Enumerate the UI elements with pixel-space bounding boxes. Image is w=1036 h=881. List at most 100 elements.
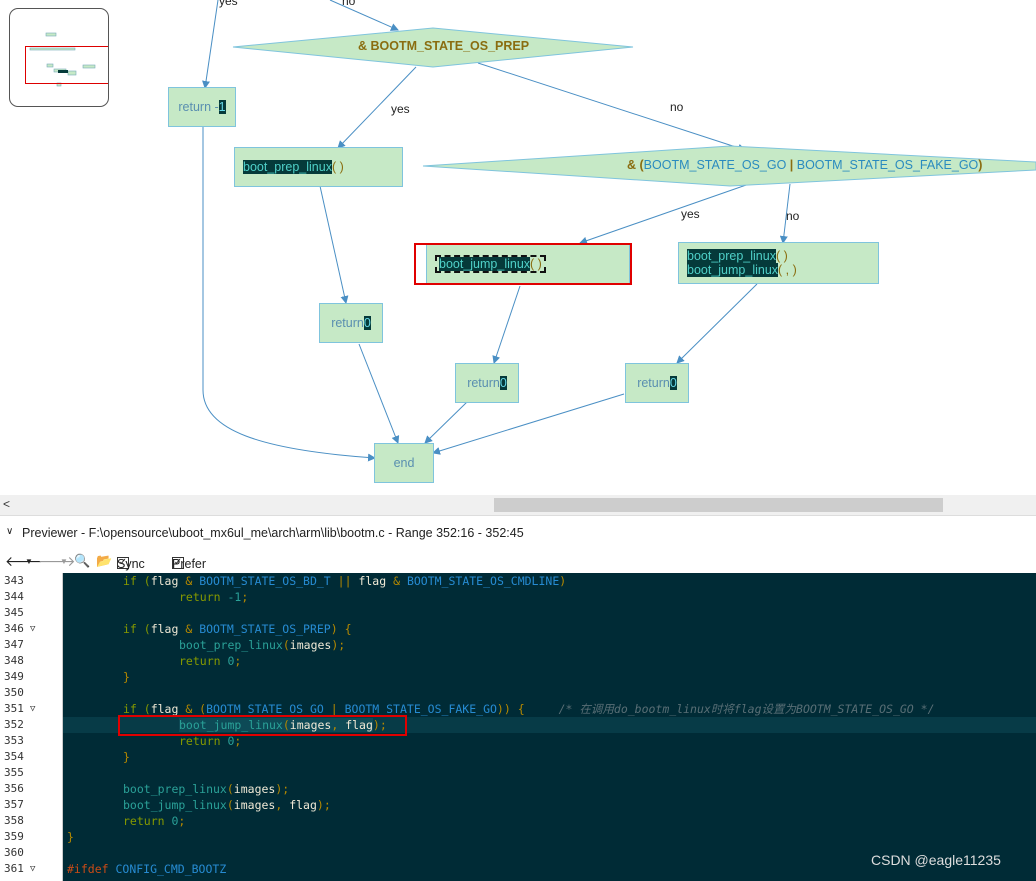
horizontal-scrollbar[interactable]: < [0, 495, 1036, 515]
tok: flag [358, 574, 387, 588]
tok: flag [289, 798, 317, 812]
line-number-text: 359 [4, 830, 24, 843]
decision-os-go[interactable]: & (BOOTM_STATE_OS_GO | BOOTM_STATE_OS_FA… [627, 158, 982, 172]
code-line-348: return 0; [179, 653, 241, 669]
tok: & [178, 622, 200, 636]
tok: ( [226, 782, 234, 796]
tok: return [179, 734, 228, 748]
code-line-356: boot_prep_linux(images); [123, 781, 289, 797]
fn-boot-prep-linux: boot_prep_linux [687, 249, 776, 263]
edge-label-yes: yes [219, 0, 238, 8]
tok: flag [150, 622, 179, 636]
code-line-346: if (flag & BOOTM_STATE_OS_PREP) { [123, 621, 352, 637]
tok: )) { [496, 702, 525, 716]
tok: ; [234, 654, 242, 668]
fn-args: ( , ) [778, 263, 797, 277]
folder-open-icon[interactable]: 📂 [96, 553, 112, 569]
tok: || [330, 574, 359, 588]
line-number: 352 [0, 717, 63, 733]
tok: return [179, 590, 228, 604]
code-line-347: boot_prep_linux(images); [179, 637, 345, 653]
line-number: 353 [0, 733, 63, 749]
flowchart-canvas: yes no yes no yes no & BOOTM_STATE_OS_PR… [0, 0, 1036, 495]
scrollbar-thumb[interactable] [494, 498, 943, 512]
tok: } [123, 670, 130, 684]
node-boot-prep-linux[interactable]: boot_prep_linux( ) [234, 147, 403, 187]
back-dropdown-icon[interactable]: ▼ [25, 557, 33, 566]
tok: BOOTM_STATE_OS_PREP [199, 622, 331, 636]
line-number: 345 [0, 605, 63, 621]
fold-toggle-icon[interactable]: ▽ [30, 861, 35, 877]
return-value: 0 [499, 376, 507, 390]
back-arrow-icon[interactable]: 🡐 [5, 553, 43, 570]
prefer-label: Prefer [172, 557, 207, 571]
tok: images [233, 798, 276, 812]
node-return-0[interactable]: return 0 [319, 303, 383, 343]
line-number: 357 [0, 797, 63, 813]
line-number: 359 [0, 829, 63, 845]
tok: BOOTM_STATE_OS_BD_T [199, 574, 331, 588]
highlight-box-code [118, 715, 407, 736]
line-number-text: 346 [4, 622, 24, 635]
return-value: 0 [669, 376, 677, 390]
tok: & [386, 574, 407, 588]
decision-os-prep[interactable]: & BOOTM_STATE_OS_PREP [358, 39, 529, 53]
line-number-text: 351 [4, 702, 24, 715]
line-number: 347 [0, 637, 63, 653]
tok: -1 [227, 590, 242, 604]
minimap[interactable] [9, 8, 109, 107]
tok: BOOTM_STATE_OS_CMDLINE [406, 574, 560, 588]
tok: } [123, 750, 130, 764]
code-line-358: return 0; [123, 813, 185, 829]
line-number: 355 [0, 765, 63, 781]
code-editor[interactable]: 343 344 345 346 ▽ 347 348 349 350 351 ▽ 352 353 354 35… [0, 573, 1036, 881]
return-keyword: return - [178, 100, 219, 114]
tok: boot_prep_linux [123, 782, 227, 796]
line-number-text: 354 [4, 750, 24, 763]
code-line-357: boot_jump_linux(images, flag); [123, 797, 331, 813]
previewer-title: Previewer - F:\opensource\uboot_mx6ul_me… [22, 526, 524, 540]
line-number-text: 353 [4, 734, 24, 747]
line-number: 356 [0, 781, 63, 797]
search-icon[interactable]: 🔍 [74, 553, 90, 569]
minimap-viewport[interactable] [25, 46, 108, 84]
node-prep-and-jump[interactable]: boot_prep_linux( ) boot_jump_linux( , ) [678, 242, 879, 284]
line-number-text: 352 [4, 718, 24, 731]
node-return-0[interactable]: return 0 [625, 363, 689, 403]
fold-toggle-icon[interactable]: ▽ [30, 701, 35, 717]
fn-boot-prep-linux: boot_prep_linux [243, 160, 332, 174]
tok: & [178, 574, 200, 588]
node-return-minus-1[interactable]: return -1 [168, 87, 236, 127]
fn-args: ( ) [775, 249, 788, 263]
collapse-chevron-icon[interactable]: ∨ [6, 526, 13, 537]
tok: if ( [123, 622, 151, 636]
line-number-text: 349 [4, 670, 24, 683]
tok: return [179, 654, 228, 668]
fold-toggle-icon[interactable]: ▽ [30, 621, 35, 637]
edge-label-yes: yes [391, 102, 410, 116]
tok: ) { [330, 622, 352, 636]
tok: boot_prep_linux [179, 638, 283, 652]
scroll-left-icon[interactable]: < [3, 497, 10, 511]
tok: ( [226, 798, 234, 812]
line-number-text: 360 [4, 846, 24, 859]
forward-dropdown-icon[interactable]: ▼ [60, 557, 68, 566]
tok: flag [150, 574, 179, 588]
line-number-text: 350 [4, 686, 24, 699]
forward-arrow-icon[interactable]: 🡒 [38, 553, 76, 570]
tok: images [289, 638, 332, 652]
code-line-359: } [67, 829, 74, 845]
node-end[interactable]: end [374, 443, 434, 483]
previewer-header: ∨ Previewer - F:\opensource\uboot_mx6ul_… [0, 515, 1036, 549]
line-number: 343 [0, 573, 63, 589]
line-number-text: 355 [4, 766, 24, 779]
edge-label-no: no [786, 209, 800, 223]
decision-amp: & ( [627, 158, 644, 172]
node-return-0[interactable]: return 0 [455, 363, 519, 403]
tok: images [233, 782, 276, 796]
tok: CONFIG_CMD_BOOTZ [115, 862, 227, 876]
code-line-361: #ifdef CONFIG_CMD_BOOTZ [67, 861, 226, 877]
line-number-text: 345 [4, 606, 24, 619]
return-keyword: return [331, 316, 364, 330]
edge-label-no: no [670, 100, 684, 114]
